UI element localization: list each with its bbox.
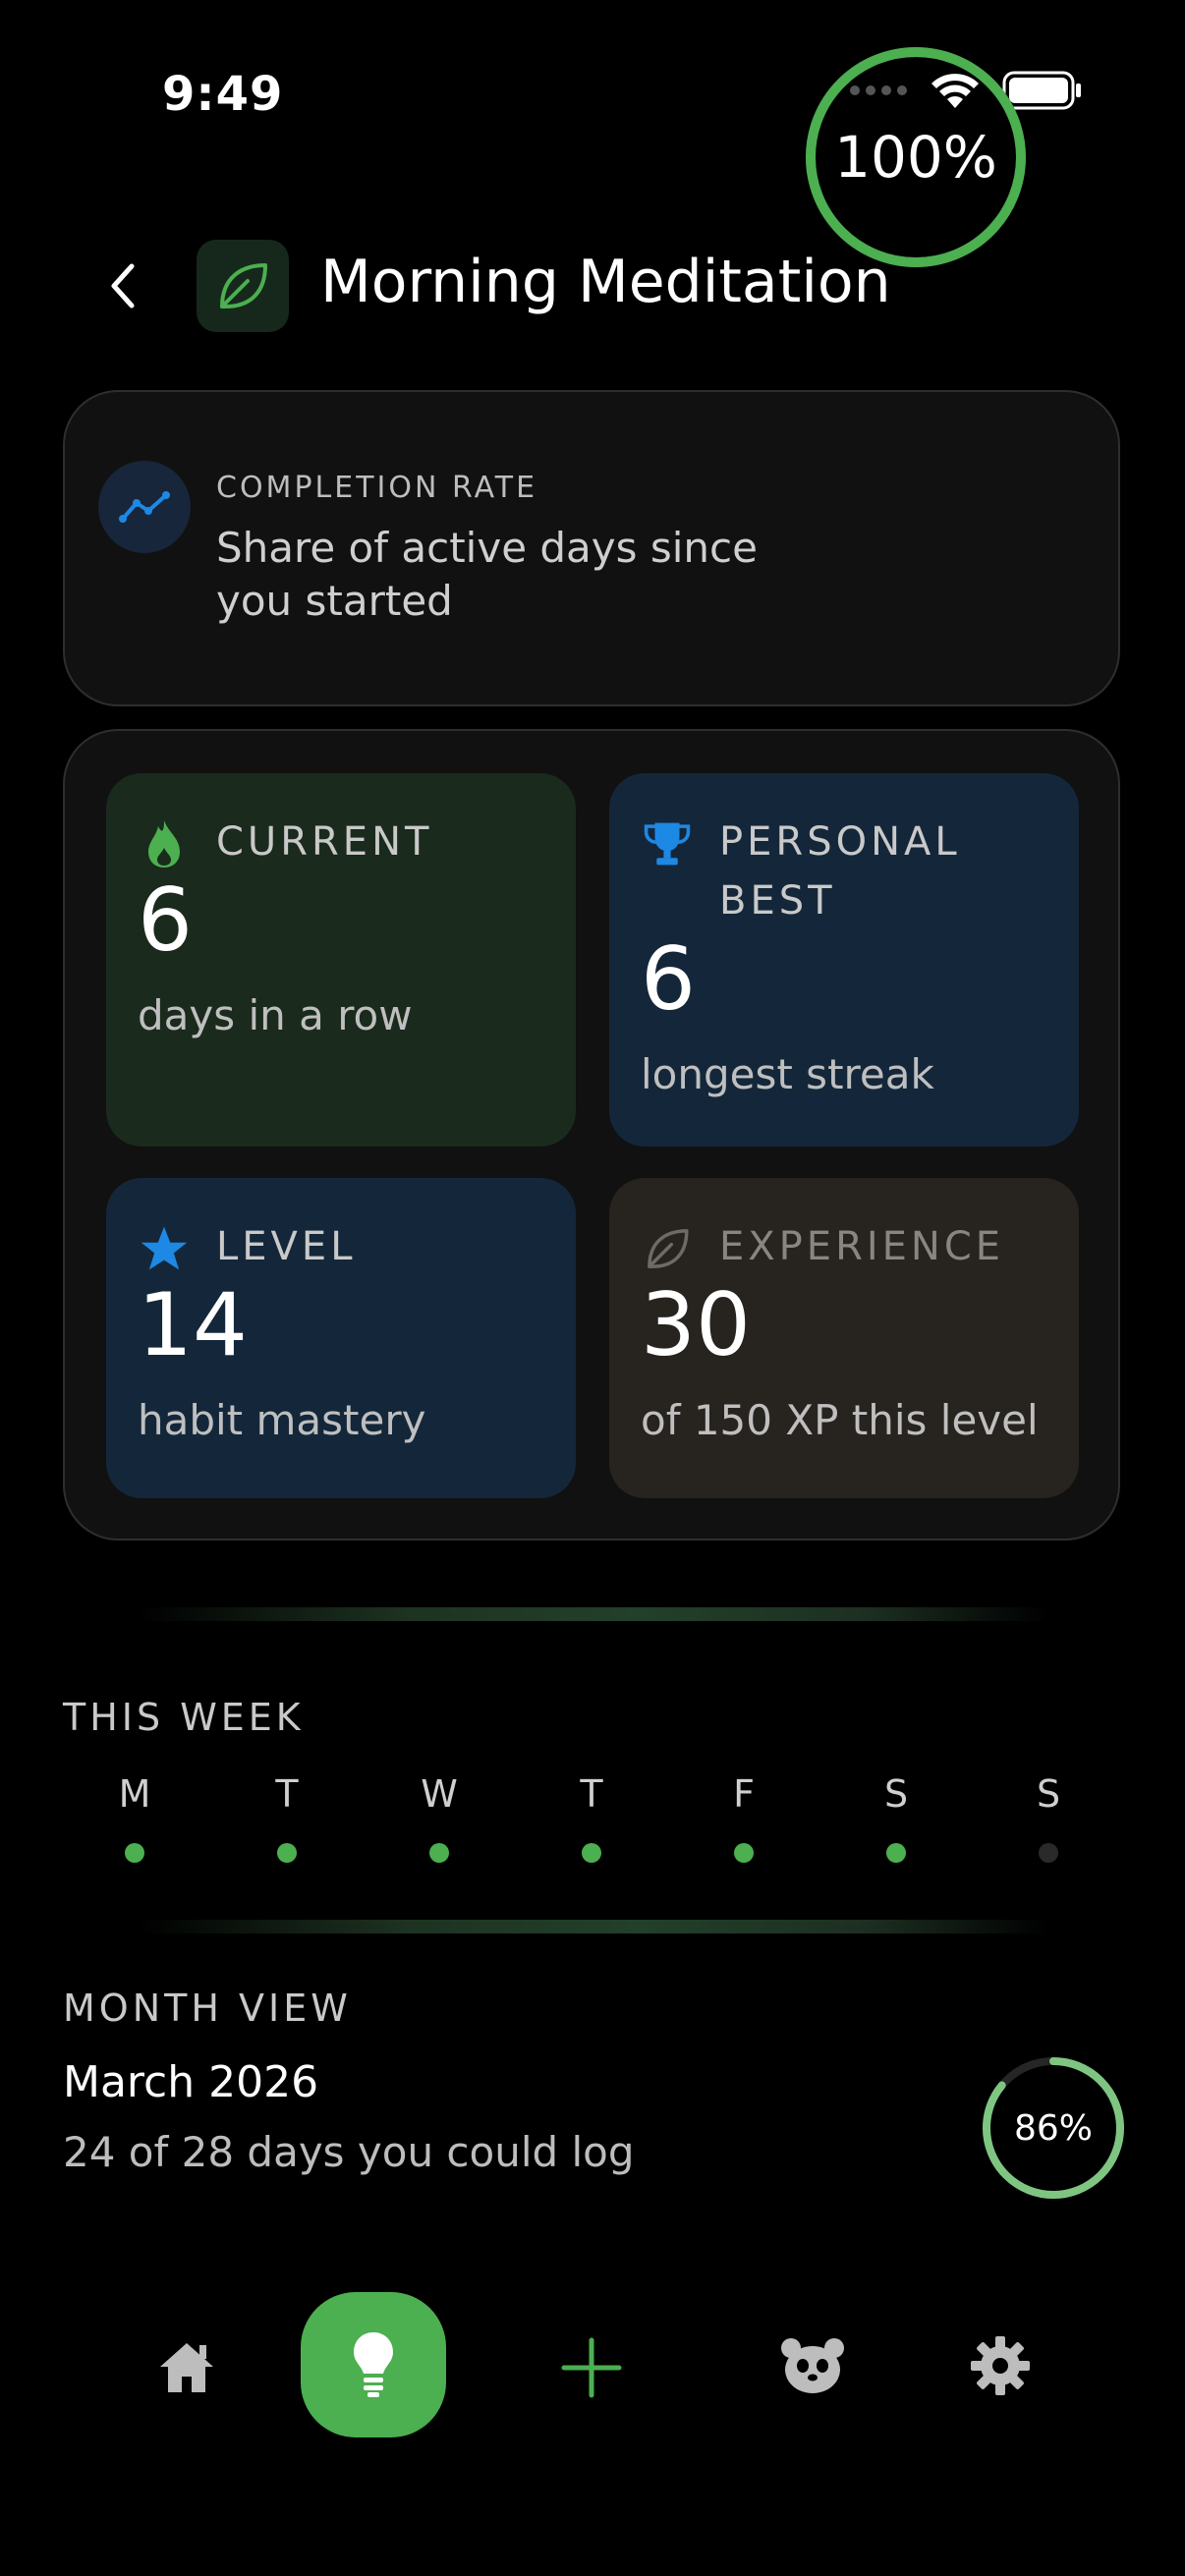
current-streak-sub: days in a row <box>138 991 413 1039</box>
star-icon <box>140 1221 189 1276</box>
week-day-letter: W <box>421 1772 458 1816</box>
personal-best-label: PERSONAL BEST <box>719 819 961 924</box>
nav-home[interactable] <box>147 2328 226 2407</box>
day-dot-done <box>886 1843 906 1863</box>
day-dot-done <box>125 1843 144 1863</box>
week-day: S <box>999 1772 1098 1863</box>
week-day: S <box>847 1772 945 1863</box>
experience-label: EXPERIENCE <box>719 1224 1005 1269</box>
personal-best-sub: longest streak <box>641 1050 934 1098</box>
completion-rate-card: COMPLETION RATE Share of active days sin… <box>63 390 1120 706</box>
level-tile: LEVEL 14 habit mastery <box>106 1178 576 1498</box>
personal-best-tile: PERSONAL BEST 6 longest streak <box>609 773 1079 1147</box>
chevron-left-icon <box>111 263 135 308</box>
trend-line-icon <box>119 491 170 523</box>
leaf-outline-icon <box>643 1221 692 1276</box>
month-percent: 86% <box>1013 2107 1093 2149</box>
day-dot-done <box>277 1843 297 1863</box>
current-streak-value: 6 <box>138 869 193 971</box>
completion-rate-value: 100% <box>834 124 997 191</box>
habit-detail-screen: 9:49 Morning Meditation COMPLETION RATE … <box>0 0 1185 2576</box>
nav-habits[interactable] <box>301 2292 446 2437</box>
day-dot-done <box>734 1843 754 1863</box>
current-streak-label: CURRENT <box>216 819 433 865</box>
day-dot-done <box>429 1843 449 1863</box>
week-day-letter: T <box>580 1772 603 1816</box>
day-dot-empty <box>1039 1843 1058 1863</box>
week-day: W <box>390 1772 488 1863</box>
trend-icon-badge <box>98 461 191 553</box>
personal-best-value: 6 <box>641 928 696 1030</box>
trophy-icon <box>643 816 692 871</box>
completion-rate-description: Share of active days since you started <box>216 524 758 625</box>
home-icon <box>160 2343 213 2392</box>
leaf-icon <box>220 263 267 308</box>
habit-icon-badge <box>197 240 289 332</box>
this-week-label: THIS WEEK <box>63 1696 305 1739</box>
gear-icon <box>971 2336 1030 2395</box>
level-sub: habit mastery <box>138 1396 426 1444</box>
level-label: LEVEL <box>216 1224 357 1269</box>
week-day-letter: F <box>733 1772 755 1816</box>
section-divider <box>138 1607 1047 1621</box>
nav-companion[interactable] <box>773 2326 852 2405</box>
week-day-letter: M <box>118 1772 151 1816</box>
status-time: 9:49 <box>162 67 284 122</box>
experience-tile: EXPERIENCE 30 of 150 XP this level <box>609 1178 1079 1498</box>
week-day: T <box>542 1772 641 1863</box>
lightbulb-icon <box>354 2332 393 2397</box>
month-title: March 2026 <box>63 2057 319 2107</box>
month-subtitle: 24 of 28 days you could log <box>63 2128 635 2176</box>
level-value: 14 <box>138 1274 248 1375</box>
section-divider <box>138 1920 1047 1933</box>
stats-card: CURRENT 6 days in a row PERSONAL BEST 6 … <box>63 729 1120 1540</box>
current-streak-tile: CURRENT 6 days in a row <box>106 773 576 1147</box>
experience-sub: of 150 XP this level <box>641 1396 1039 1444</box>
day-dot-done <box>582 1843 601 1863</box>
week-row: MTWTFSS <box>63 1772 1124 1890</box>
week-day: M <box>85 1772 184 1863</box>
completion-rate-label: COMPLETION RATE <box>216 471 538 505</box>
month-view-label: MONTH VIEW <box>63 1987 352 2030</box>
nav-settings[interactable] <box>961 2326 1040 2405</box>
panda-icon <box>781 2338 844 2393</box>
week-day: F <box>695 1772 793 1863</box>
week-day-letter: T <box>275 1772 299 1816</box>
back-button[interactable] <box>98 250 147 322</box>
plus-icon <box>561 2337 622 2398</box>
nav-add[interactable] <box>552 2328 631 2407</box>
experience-value: 30 <box>641 1274 751 1375</box>
week-day: T <box>238 1772 336 1863</box>
week-day-letter: S <box>883 1772 909 1816</box>
week-day-letter: S <box>1036 1772 1061 1816</box>
flame-icon <box>140 816 189 871</box>
